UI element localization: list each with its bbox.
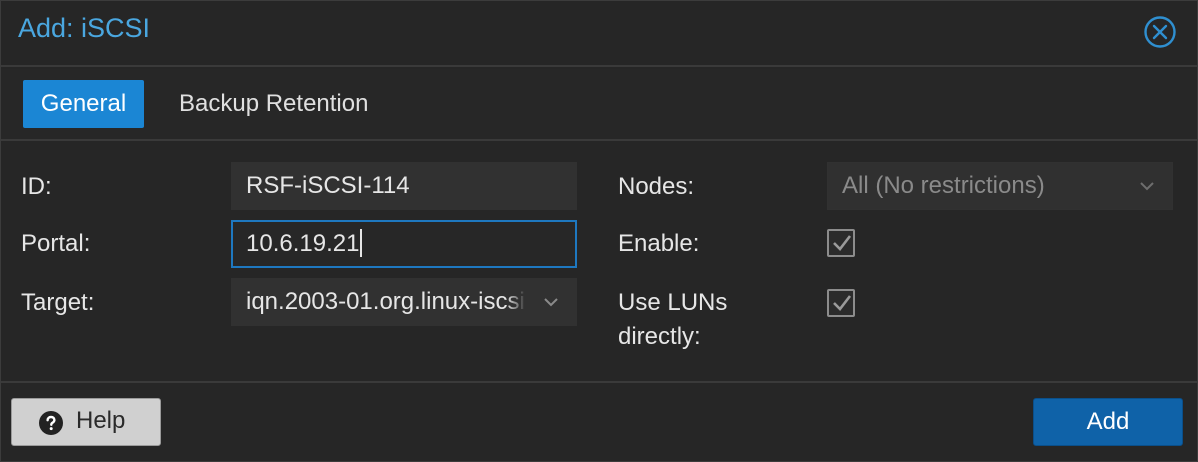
nodes-label: Nodes: [618,173,695,200]
portal-value: 10.6.19.21 [246,230,360,257]
nodes-value: All (No restrictions) [842,172,1045,199]
use-luns-label-line2: directly: [618,323,701,350]
enable-checkbox[interactable] [827,229,855,257]
id-field[interactable]: RSF-iSCSI-114 [231,162,577,210]
use-luns-label-line1: Use LUNs [618,289,728,316]
dialog-titlebar: Add: iSCSI [1,1,1197,67]
text-fade [506,279,526,325]
chevron-down-icon [1140,182,1154,191]
tab-backup-retention[interactable]: Backup Retention [165,80,382,128]
portal-label: Portal: [21,230,91,257]
dialog-footer: Help Add [1,385,1197,461]
help-label: Help [76,407,126,434]
help-button[interactable]: Help [11,398,161,446]
enable-label: Enable: [618,230,700,257]
nodes-select[interactable]: All (No restrictions) [827,162,1173,210]
portal-field[interactable]: 10.6.19.21 [231,220,577,268]
target-select[interactable]: iqn.2003-01.org.linux-iscsi [231,278,577,326]
add-iscsi-dialog: Add: iSCSI General Backup Retention ID: … [0,0,1198,462]
use-luns-checkbox[interactable] [827,289,855,317]
dialog-title: Add: iSCSI [18,13,151,43]
id-value: RSF-iSCSI-114 [246,172,410,199]
tab-bar: General Backup Retention [1,69,1197,141]
add-button[interactable]: Add [1033,398,1183,446]
target-value: iqn.2003-01.org.linux-iscsi [246,288,525,315]
general-form: ID: RSF-iSCSI-114 Portal: 10.6.19.21 Tar… [1,143,1197,383]
target-label: Target: [21,289,95,316]
question-circle-icon [39,411,63,435]
chevron-down-icon [544,298,558,307]
id-label: ID: [21,173,52,200]
close-icon[interactable] [1143,15,1177,49]
tab-general[interactable]: General [23,80,144,128]
text-cursor [360,228,363,257]
checkmark-icon [833,235,852,251]
checkmark-icon [833,295,852,311]
